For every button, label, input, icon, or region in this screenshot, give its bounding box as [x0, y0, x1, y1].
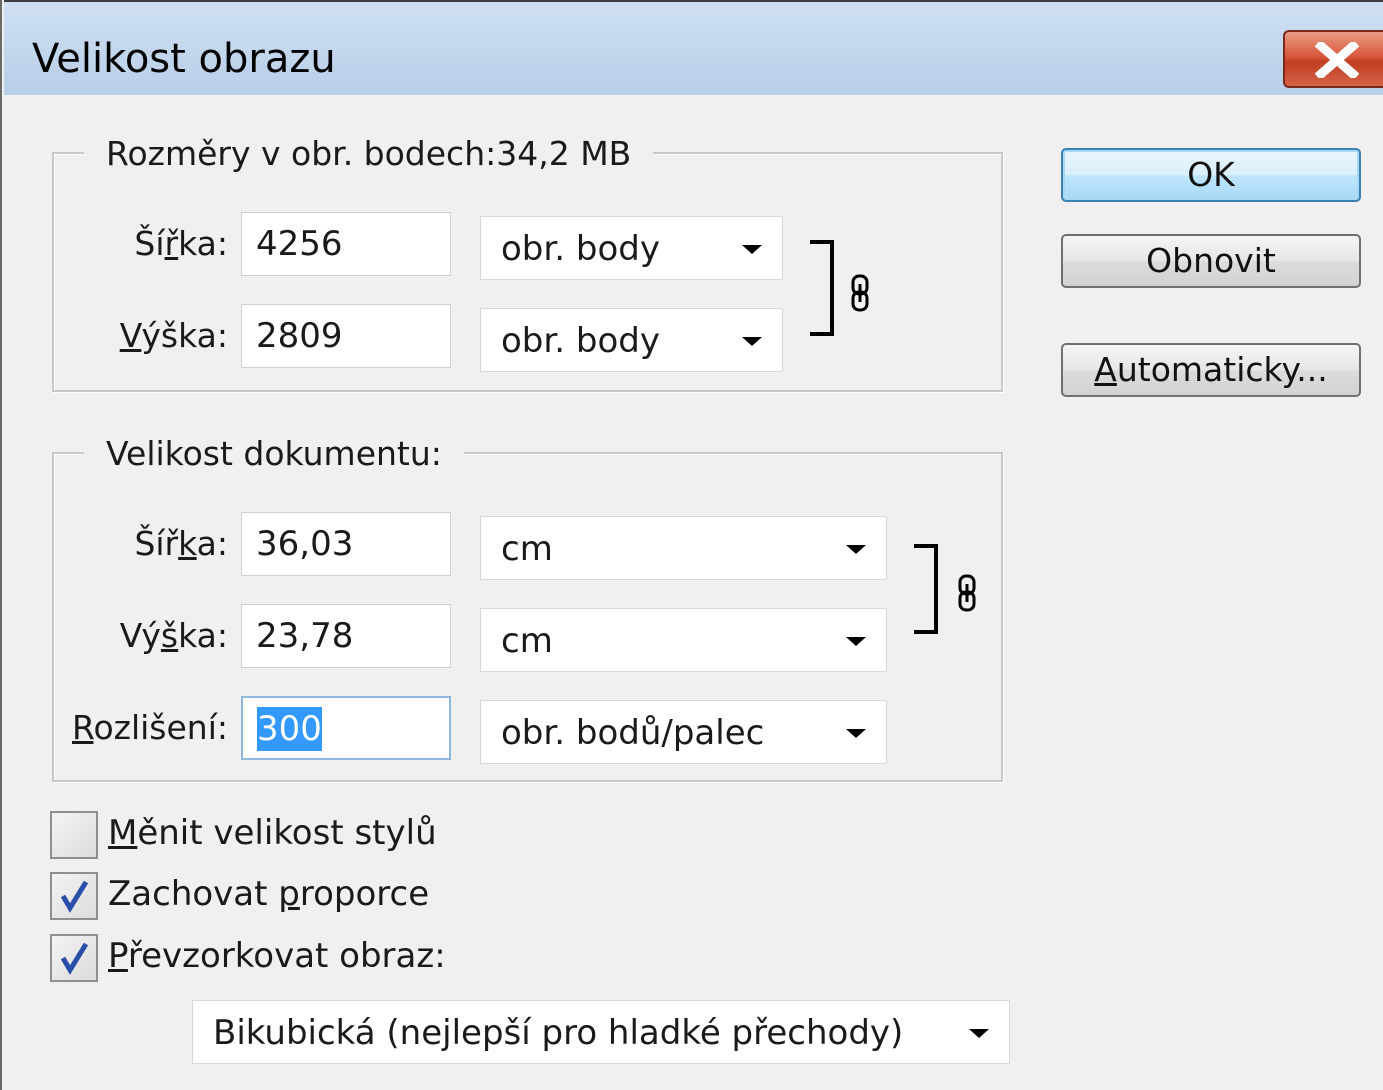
chevron-down-icon [742, 245, 762, 254]
resample-label[interactable]: Převzorkovat obraz: [108, 932, 446, 980]
resample-checkbox[interactable] [50, 934, 98, 982]
pixel-width-input[interactable]: 4256 [241, 212, 451, 276]
ok-button[interactable]: OK [1061, 148, 1361, 202]
doc-link-bracket [914, 544, 938, 634]
image-size-dialog: Velikost obrazu Rozměry v obr. bodech:34… [0, 0, 1383, 1090]
resample-method-value: Bikubická (nejlepší pro hladké přechody) [213, 1013, 904, 1053]
resolution-label: Rozlišení: [72, 708, 228, 747]
chevron-down-icon [846, 729, 866, 738]
auto-button[interactable]: Automaticky... [1061, 343, 1361, 397]
scale-styles-label[interactable]: Měnit velikost stylů [108, 809, 437, 857]
pixel-link-bracket [810, 240, 834, 336]
pixel-height-label: Výška: [119, 316, 228, 355]
chain-link-icon [957, 574, 977, 616]
window-title: Velikost obrazu [32, 36, 336, 82]
doc-height-input[interactable]: 23,78 [241, 604, 451, 668]
doc-width-unit-value: cm [501, 529, 553, 569]
reset-button[interactable]: Obnovit [1061, 234, 1361, 288]
pixel-width-unit-select[interactable]: obr. body [480, 216, 783, 280]
doc-width-label: Šířka: [134, 524, 228, 563]
resolution-value: 300 [257, 707, 322, 751]
chevron-down-icon [969, 1029, 989, 1038]
title-bar[interactable]: Velikost obrazu [4, 0, 1383, 95]
doc-height-label: Výška: [119, 616, 228, 655]
resolution-unit-select[interactable]: obr. bodů/palec [480, 700, 887, 764]
pixel-dimensions-legend: Rozměry v obr. bodech:34,2 MB [84, 134, 654, 174]
resolution-input[interactable]: 300 [241, 696, 451, 760]
doc-height-unit-value: cm [501, 621, 553, 661]
doc-height-unit-select[interactable]: cm [480, 608, 887, 672]
chevron-down-icon [742, 337, 762, 346]
chevron-down-icon [846, 637, 866, 646]
doc-width-unit-select[interactable]: cm [480, 516, 887, 580]
pixel-height-unit-value: obr. body [501, 321, 660, 361]
pixel-height-unit-select[interactable]: obr. body [480, 308, 783, 372]
scale-styles-checkbox[interactable] [50, 811, 98, 859]
constrain-proportions-checkbox[interactable] [50, 872, 98, 920]
chevron-down-icon [846, 545, 866, 554]
close-button[interactable] [1283, 30, 1383, 88]
pixel-width-unit-value: obr. body [501, 229, 660, 269]
resample-method-select[interactable]: Bikubická (nejlepší pro hladké přechody) [192, 1000, 1010, 1064]
pixel-width-label: Šířka: [134, 224, 228, 263]
document-size-legend: Velikost dokumentu: [84, 434, 464, 474]
resolution-unit-value: obr. bodů/palec [501, 713, 765, 753]
doc-width-input[interactable]: 36,03 [241, 512, 451, 576]
constrain-proportions-label[interactable]: Zachovat proporce [108, 870, 429, 918]
pixel-height-input[interactable]: 2809 [241, 304, 451, 368]
chain-link-icon [850, 274, 870, 316]
